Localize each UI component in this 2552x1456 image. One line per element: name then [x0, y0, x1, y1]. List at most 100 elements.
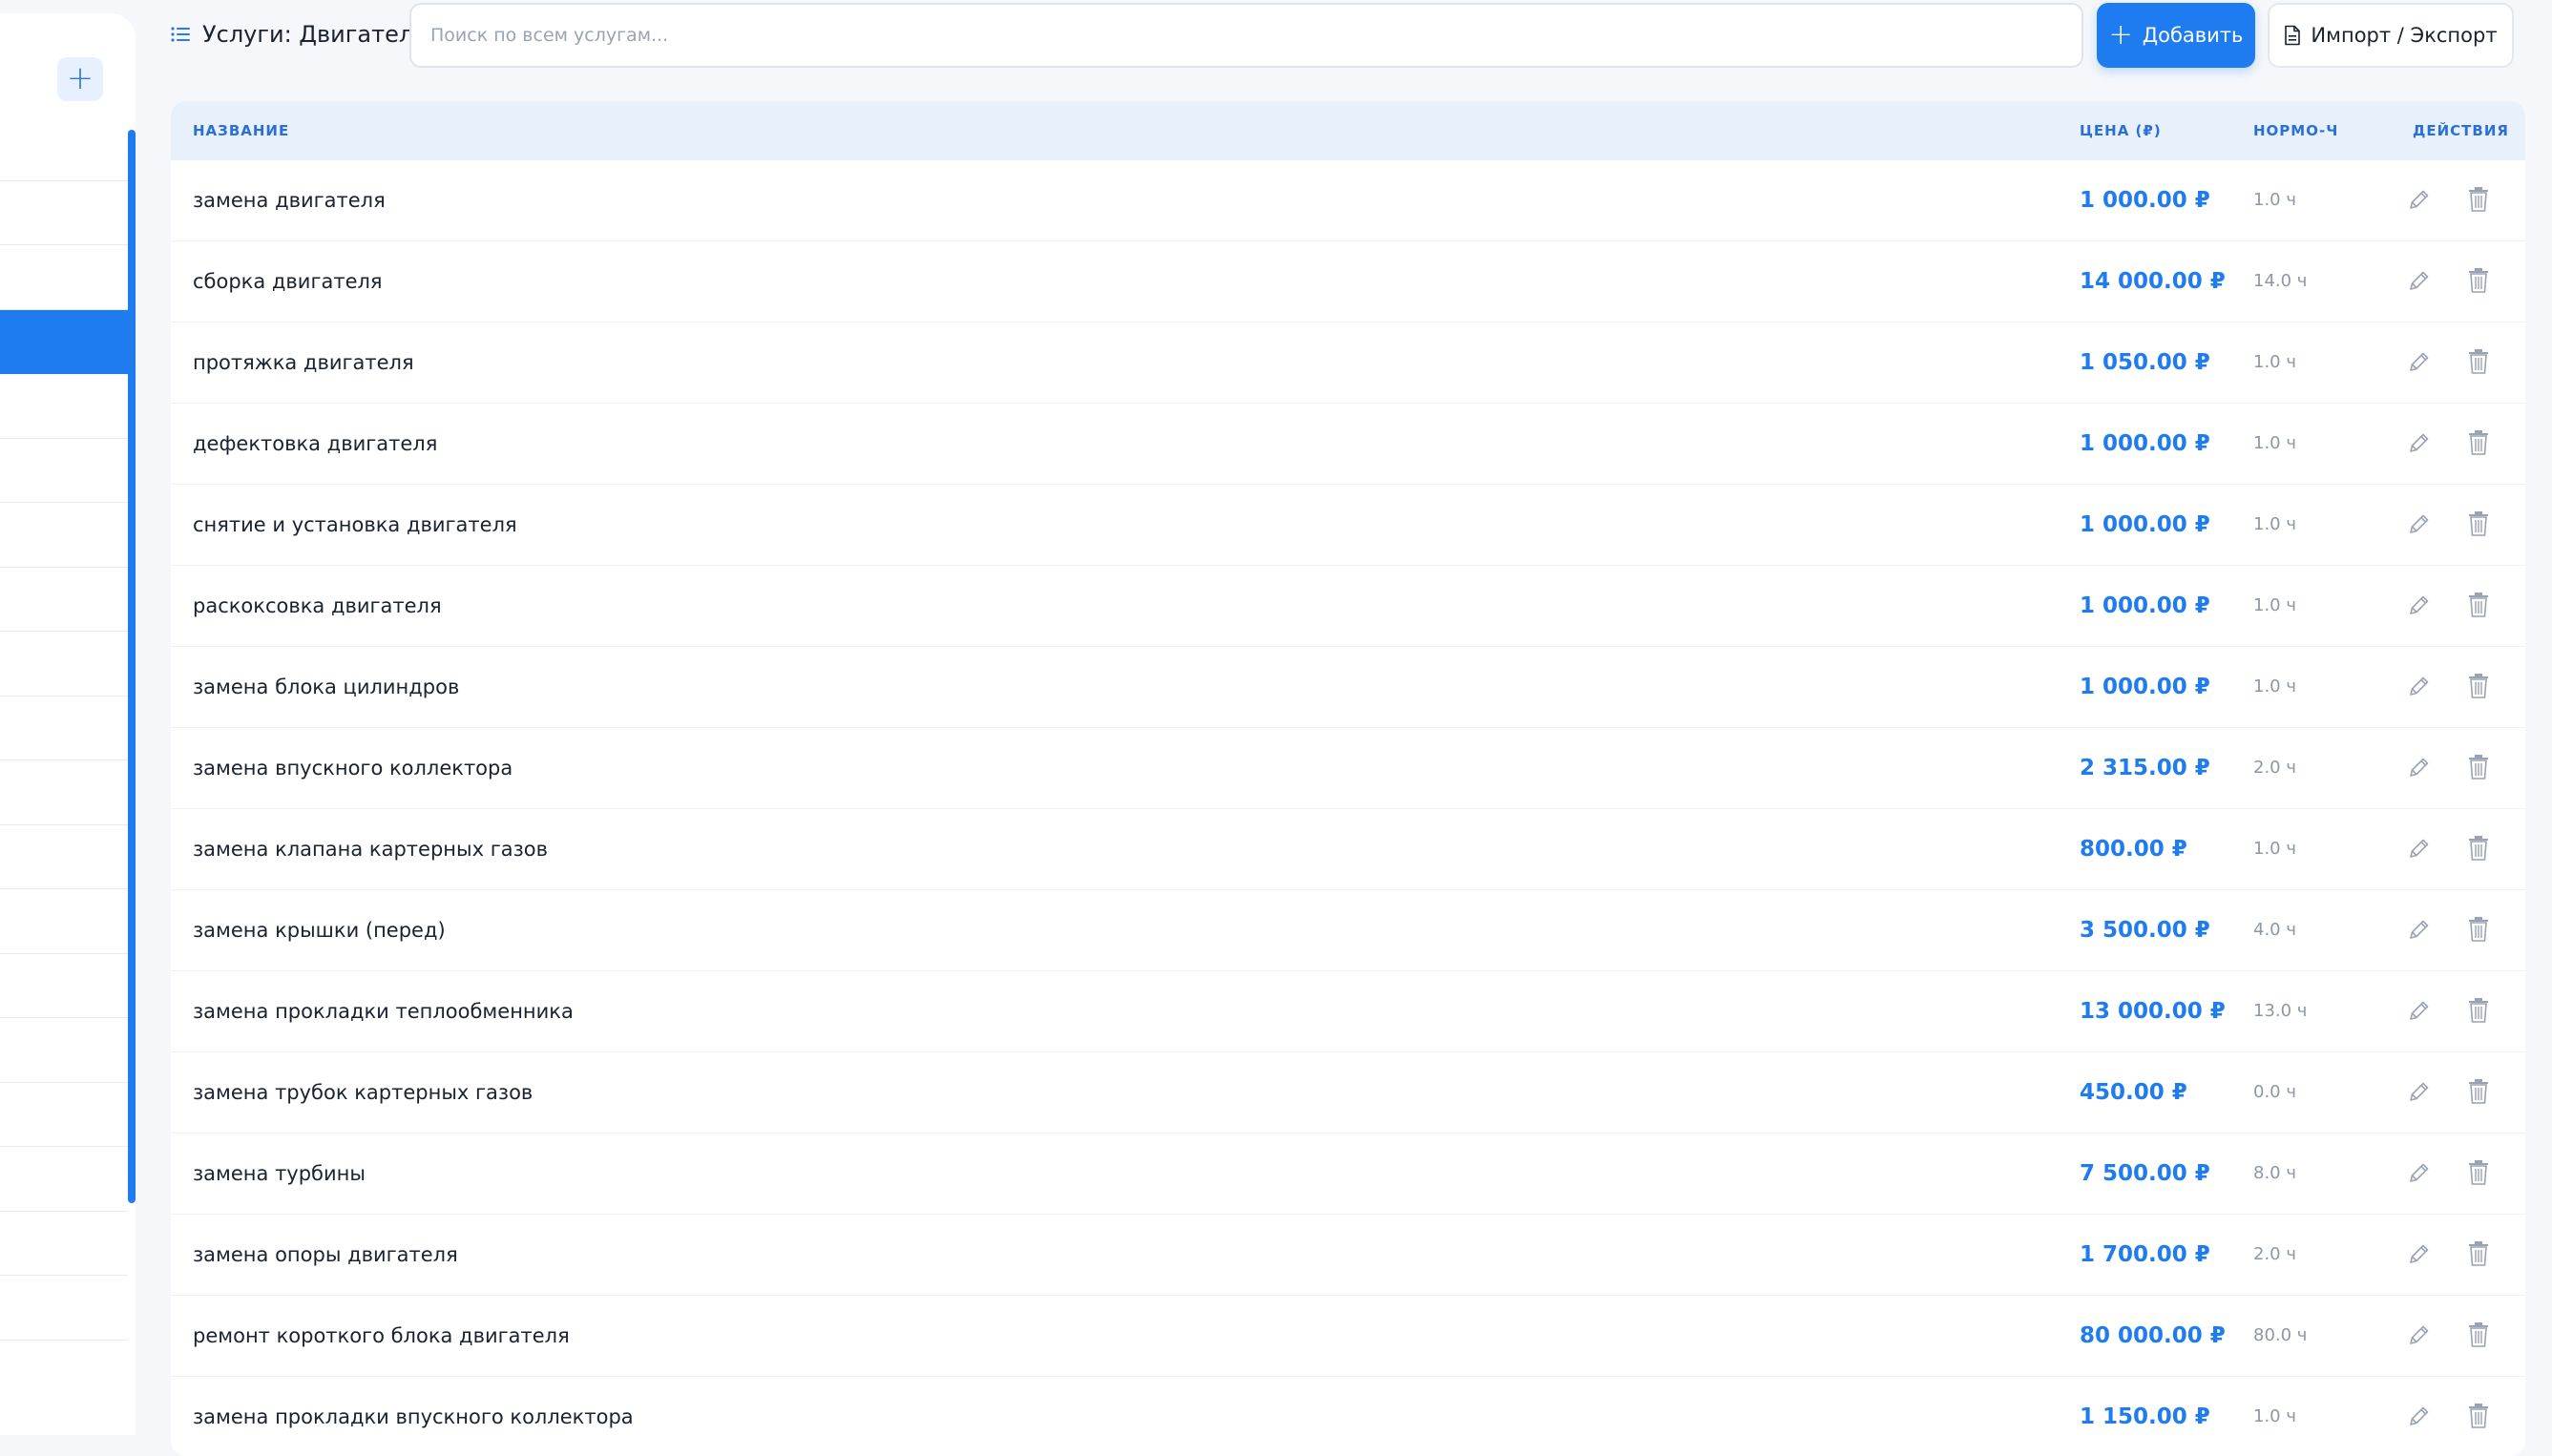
- service-name: протяжка двигателя: [193, 351, 414, 374]
- column-header-price[interactable]: ЦЕНА (₽): [2080, 122, 2162, 139]
- pencil-icon[interactable]: [2405, 510, 2434, 538]
- table-row[interactable]: замена опоры двигателя 1 700.00 ₽ 2.0 ч: [171, 1215, 2525, 1296]
- pencil-icon[interactable]: [2405, 591, 2434, 619]
- table-row[interactable]: замена прокладки впускного коллектора 1 1…: [171, 1377, 2525, 1456]
- table-row[interactable]: ремонт короткого блока двигателя 80 000.0…: [171, 1296, 2525, 1377]
- sidebar-item[interactable]: [0, 697, 128, 760]
- sidebar-item[interactable]: [0, 181, 128, 245]
- sidebar-item[interactable]: [0, 1018, 128, 1083]
- pencil-icon[interactable]: [2405, 266, 2434, 295]
- import-export-label: Импорт / Экспорт: [2311, 24, 2498, 47]
- sidebar-item[interactable]: [0, 1212, 128, 1276]
- sidebar-item[interactable]: [0, 503, 128, 568]
- service-name: сборка двигателя: [193, 270, 383, 293]
- table-row[interactable]: замена двигателя 1 000.00 ₽ 1.0 ч: [171, 160, 2525, 241]
- pencil-icon[interactable]: [2405, 347, 2434, 376]
- table-row[interactable]: замена клапана картерных газов 800.00 ₽ 1.…: [171, 809, 2525, 890]
- service-price: 800.00 ₽: [2080, 837, 2187, 862]
- sidebar-add-button[interactable]: +: [57, 57, 103, 101]
- service-hours: 80.0 ч: [2253, 1325, 2308, 1345]
- sidebar-item[interactable]: [0, 825, 128, 889]
- pencil-icon[interactable]: [2405, 1239, 2434, 1268]
- sidebar-scrollbar[interactable]: [128, 130, 136, 1203]
- pencil-icon[interactable]: [2405, 1077, 2434, 1106]
- service-name: дефектовка двигателя: [193, 432, 438, 455]
- trash-icon[interactable]: [2466, 347, 2491, 376]
- table-row[interactable]: замена прокладки теплообменника 13 000.00…: [171, 971, 2525, 1052]
- sidebar-item[interactable]: [0, 1147, 128, 1212]
- sidebar-item[interactable]: [0, 116, 128, 181]
- trash-icon[interactable]: [2466, 510, 2491, 538]
- trash-icon[interactable]: [2466, 185, 2491, 214]
- service-hours: 1.0 ч: [2253, 839, 2296, 859]
- sidebar-item[interactable]: [0, 1276, 128, 1341]
- sidebar-item[interactable]: [0, 954, 128, 1018]
- service-hours: 1.0 ч: [2253, 1406, 2296, 1426]
- trash-icon[interactable]: [2466, 428, 2491, 457]
- table-row[interactable]: раскоксовка двигателя 1 000.00 ₽ 1.0 ч: [171, 566, 2525, 647]
- table-row[interactable]: дефектовка двигателя 1 000.00 ₽ 1.0 ч: [171, 404, 2525, 485]
- table-row[interactable]: замена крышки (перед) 3 500.00 ₽ 4.0 ч: [171, 890, 2525, 971]
- trash-icon[interactable]: [2466, 1158, 2491, 1187]
- pencil-icon[interactable]: [2405, 915, 2434, 944]
- trash-icon[interactable]: [2466, 1077, 2491, 1106]
- service-hours: 1.0 ч: [2253, 352, 2296, 372]
- service-price: 2 315.00 ₽: [2080, 756, 2210, 780]
- trash-icon[interactable]: [2466, 672, 2491, 700]
- service-name: замена опоры двигателя: [193, 1243, 458, 1266]
- trash-icon[interactable]: [2466, 266, 2491, 295]
- add-button[interactable]: + Добавить: [2097, 3, 2255, 68]
- service-price: 1 000.00 ₽: [2080, 593, 2210, 618]
- sidebar-item[interactable]: [0, 439, 128, 503]
- service-name: замена крышки (перед): [193, 919, 446, 942]
- trash-icon[interactable]: [2466, 1239, 2491, 1268]
- pencil-icon[interactable]: [2405, 1158, 2434, 1187]
- service-hours: 0.0 ч: [2253, 1082, 2296, 1102]
- table-row[interactable]: замена турбины 7 500.00 ₽ 8.0 ч: [171, 1134, 2525, 1215]
- document-icon: [2285, 25, 2301, 46]
- service-name: замена трубок картерных газов: [193, 1081, 533, 1104]
- table-row[interactable]: замена впускного коллектора 2 315.00 ₽ 2.0…: [171, 728, 2525, 809]
- pencil-icon[interactable]: [2405, 834, 2434, 863]
- pencil-icon[interactable]: [2405, 428, 2434, 457]
- table-row[interactable]: протяжка двигателя 1 050.00 ₽ 1.0 ч: [171, 322, 2525, 404]
- service-name: снятие и установка двигателя: [193, 513, 517, 536]
- import-export-button[interactable]: Импорт / Экспорт: [2268, 3, 2514, 68]
- service-price: 13 000.00 ₽: [2080, 999, 2226, 1024]
- table-row[interactable]: снятие и установка двигателя 1 000.00 ₽ 1.…: [171, 485, 2525, 566]
- pencil-icon[interactable]: [2405, 753, 2434, 781]
- pencil-icon[interactable]: [2405, 185, 2434, 214]
- search-box[interactable]: [409, 3, 2083, 68]
- trash-icon[interactable]: [2466, 834, 2491, 863]
- table-row[interactable]: замена блока цилиндров 1 000.00 ₽ 1.0 ч: [171, 647, 2525, 728]
- service-price: 80 000.00 ₽: [2080, 1323, 2226, 1348]
- service-price: 1 000.00 ₽: [2080, 188, 2210, 213]
- sidebar-item[interactable]: [0, 309, 128, 374]
- pencil-icon[interactable]: [2405, 672, 2434, 700]
- service-hours: 14.0 ч: [2253, 271, 2308, 291]
- trash-icon[interactable]: [2466, 915, 2491, 944]
- sidebar-item[interactable]: [0, 374, 128, 439]
- trash-icon[interactable]: [2466, 753, 2491, 781]
- pencil-icon[interactable]: [2405, 1321, 2434, 1349]
- sidebar-item[interactable]: [0, 245, 128, 310]
- trash-icon[interactable]: [2466, 1402, 2491, 1430]
- pencil-icon[interactable]: [2405, 996, 2434, 1025]
- sidebar-item[interactable]: [0, 632, 128, 697]
- pencil-icon[interactable]: [2405, 1402, 2434, 1430]
- table-row[interactable]: сборка двигателя 14 000.00 ₽ 14.0 ч: [171, 241, 2525, 322]
- search-input[interactable]: [429, 24, 2064, 47]
- service-name: замена прокладки впускного коллектора: [193, 1405, 634, 1428]
- sidebar-item[interactable]: [0, 760, 128, 825]
- sidebar-item[interactable]: [0, 889, 128, 954]
- trash-icon[interactable]: [2466, 996, 2491, 1025]
- column-header-hours[interactable]: НОРМО-Ч: [2253, 122, 2338, 139]
- page-title: Услуги: Двигатель: [170, 17, 427, 52]
- trash-icon[interactable]: [2466, 1321, 2491, 1349]
- table-row[interactable]: замена трубок картерных газов 450.00 ₽ 0.0…: [171, 1052, 2525, 1134]
- service-price: 450.00 ₽: [2080, 1080, 2187, 1105]
- column-header-name[interactable]: НАЗВАНИЕ: [193, 122, 289, 139]
- sidebar-item[interactable]: [0, 1083, 128, 1147]
- sidebar-item[interactable]: [0, 568, 128, 632]
- trash-icon[interactable]: [2466, 591, 2491, 619]
